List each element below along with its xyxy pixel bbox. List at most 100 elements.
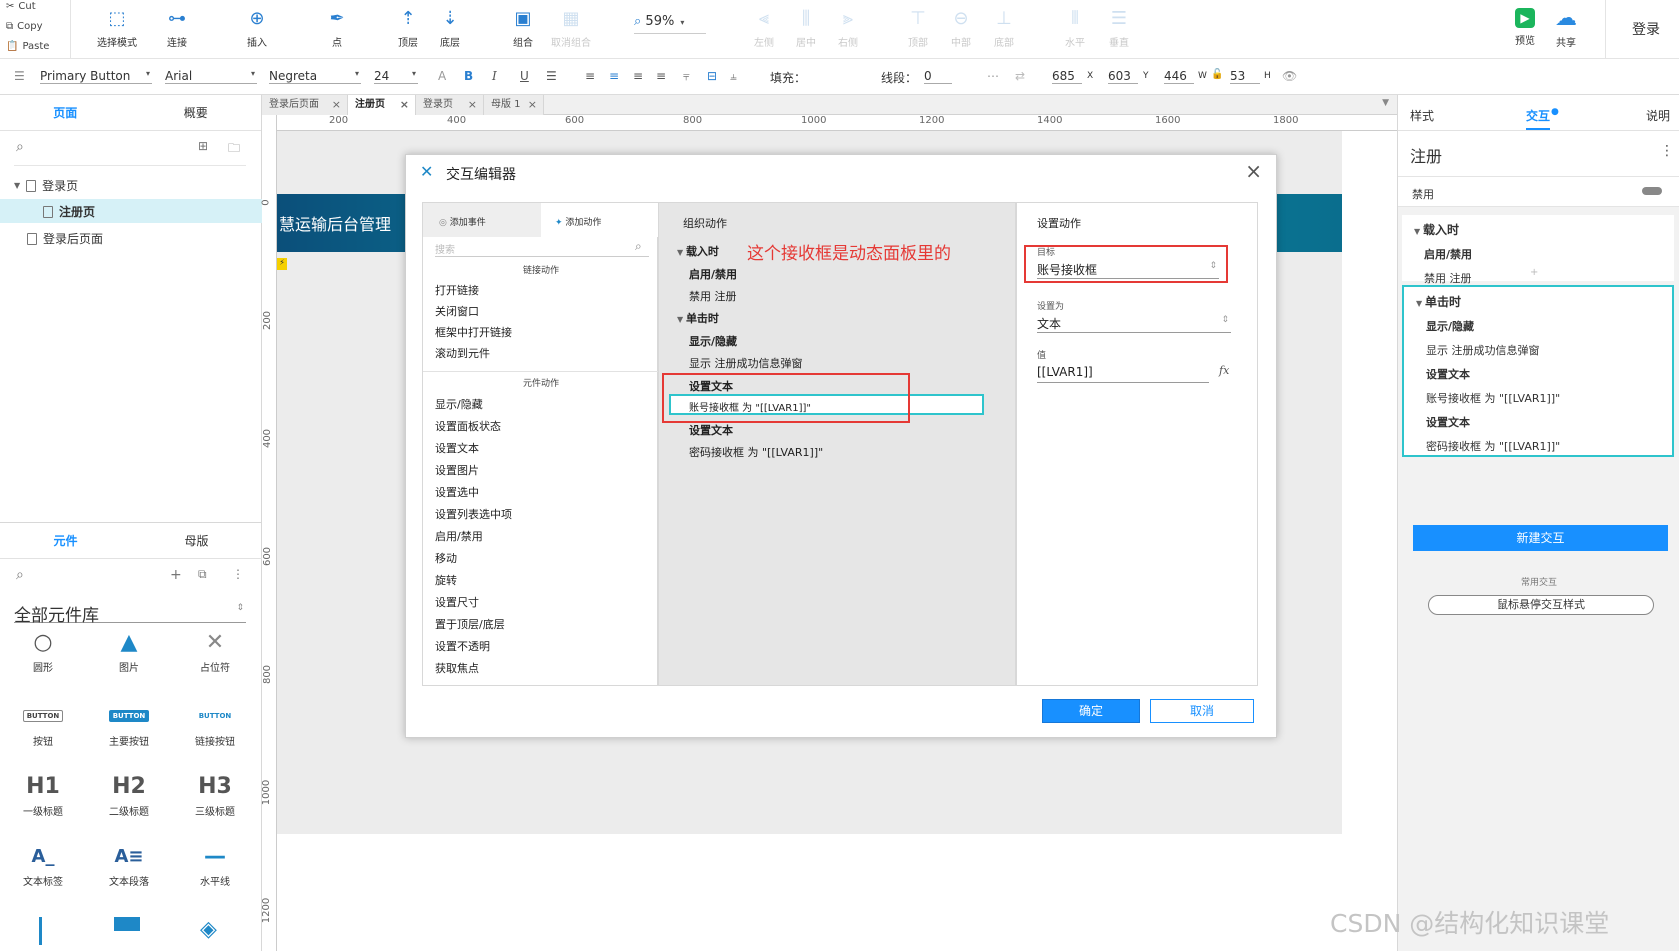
text-justify-icon[interactable]: ≡ xyxy=(656,69,666,83)
text-align-center-icon[interactable]: ≡ xyxy=(609,69,619,83)
share-button[interactable]: ☁ 共享 xyxy=(1537,6,1595,50)
page-item-login[interactable]: ▼ 登录页 xyxy=(14,177,78,194)
action-detail[interactable]: 禁用 注册 xyxy=(689,288,737,304)
y-input[interactable]: 603 xyxy=(1108,69,1138,84)
point-button[interactable]: ✒ 点 xyxy=(308,6,366,49)
align-bottom-button[interactable]: ⊥ 底部 xyxy=(975,6,1033,49)
copy-button[interactable]: ⧉ Copy xyxy=(6,21,43,32)
paste-button[interactable]: 📋 Paste xyxy=(6,41,49,52)
distribute-vertical-button[interactable]: ☰ 垂直 xyxy=(1090,6,1148,49)
action-close-window[interactable]: 关闭窗口 xyxy=(435,303,479,319)
widget-horizontal-line[interactable]: — 水平线 xyxy=(172,839,258,889)
underline-icon[interactable]: U xyxy=(520,69,529,83)
doc-tab[interactable]: 母版 1 × xyxy=(484,95,544,115)
action-set-panel-state[interactable]: 设置面板状态 xyxy=(435,418,501,434)
w-input[interactable]: 446 xyxy=(1164,69,1194,84)
arrow-style-icon[interactable]: ⇄ xyxy=(1015,69,1025,83)
widget-h3[interactable]: H3 三级标题 xyxy=(172,769,258,819)
tab-overview[interactable]: 概要 xyxy=(131,104,262,121)
hotspot-icon[interactable] xyxy=(114,917,140,931)
action-set-text[interactable]: 设置文本 xyxy=(435,440,479,456)
widget-paragraph[interactable]: A≡ 文本段落 xyxy=(86,839,172,889)
widget-circle[interactable]: ○ 圆形 xyxy=(0,625,86,675)
font-select[interactable]: Arial ▾ xyxy=(165,69,257,84)
widget-text-label[interactable]: A_ 文本标签 xyxy=(0,839,86,889)
widget-button[interactable]: BUTTON 按钮 xyxy=(0,699,86,748)
insert-button[interactable]: ⊕ 插入 xyxy=(228,6,286,49)
select-mode-button[interactable]: ⬚ 选择模式 xyxy=(88,6,146,49)
search-icon[interactable]: ⌕ xyxy=(16,567,24,583)
close-icon[interactable]: × xyxy=(528,95,537,115)
line-width-input[interactable]: 0 xyxy=(924,69,952,84)
tab-add-event[interactable]: ◎ 添加事件 xyxy=(423,203,541,237)
style-select[interactable]: Primary Button ▾ xyxy=(40,69,152,84)
action-rotate[interactable]: 旋转 xyxy=(435,572,457,588)
widget-link-button[interactable]: BUTTON 链接按钮 xyxy=(172,699,258,748)
tab-style[interactable]: 样式 xyxy=(1410,107,1434,124)
tab-add-action[interactable]: ✦ 添加动作 xyxy=(541,203,659,237)
action-name[interactable]: 启用/禁用 xyxy=(689,266,737,282)
text-align-left-icon[interactable]: ≡ xyxy=(585,69,595,83)
value-input[interactable]: [[LVAR1]] xyxy=(1037,365,1209,383)
library-select[interactable]: 全部元件库 ⇕ xyxy=(14,601,246,626)
text-align-right-icon[interactable]: ≡ xyxy=(633,69,643,83)
font-size-select[interactable]: 24 ▾ xyxy=(374,69,418,84)
connect-button[interactable]: ⊶ 连接 xyxy=(148,6,206,49)
search-icon[interactable]: ⌕ xyxy=(16,139,24,155)
ok-button[interactable]: 确定 xyxy=(1042,699,1140,723)
ungroup-button[interactable]: ▦ 取消组合 xyxy=(542,6,600,49)
set-as-select[interactable]: 文本 ⇕ xyxy=(1037,315,1231,333)
line-pattern-icon[interactable]: ⋯ xyxy=(987,69,999,83)
widget-image[interactable]: ▲ 图片 xyxy=(86,625,172,675)
doc-tab-active[interactable]: 注册页 × xyxy=(348,95,416,115)
action-detail[interactable]: 密码接收框 为 "[[LVAR1]]" xyxy=(689,444,823,460)
action-move[interactable]: 移动 xyxy=(435,550,457,566)
action-scroll-to[interactable]: 滚动到元件 xyxy=(435,345,490,361)
add-library-icon[interactable]: + xyxy=(170,567,182,583)
close-icon[interactable]: × xyxy=(332,95,341,115)
tab-interaction[interactable]: 交互 xyxy=(1526,107,1551,130)
valign-bottom-icon[interactable]: ⫨ xyxy=(730,69,737,84)
page-item-after-login[interactable]: 登录后页面 xyxy=(27,230,103,247)
toggle-switch[interactable] xyxy=(1642,187,1662,195)
visibility-eye-icon[interactable]: 👁 xyxy=(1282,69,1297,83)
valign-middle-icon[interactable]: ⊟ xyxy=(707,69,717,83)
add-action-icon[interactable]: + xyxy=(1530,267,1538,278)
action-focus[interactable]: 获取焦点 xyxy=(435,660,479,676)
function-fx-icon[interactable]: fx xyxy=(1219,364,1229,377)
tab-masters[interactable]: 母版 xyxy=(131,532,262,549)
widget-name[interactable]: 注册 xyxy=(1410,143,1442,167)
align-right-button[interactable]: ⫸ 右侧 xyxy=(819,6,877,49)
cut-button[interactable]: ✂ Cut xyxy=(6,1,36,12)
widget-primary-button[interactable]: BUTTON 主要按钮 xyxy=(86,699,172,748)
action-set-image[interactable]: 设置图片 xyxy=(435,462,479,478)
close-icon[interactable]: × xyxy=(400,95,409,115)
close-icon[interactable]: × xyxy=(468,95,477,115)
valign-top-icon[interactable]: ⫧ xyxy=(683,69,690,84)
widget-placeholder[interactable]: ✕ 占位符 xyxy=(172,625,258,675)
tab-notes[interactable]: 说明 xyxy=(1646,107,1670,124)
new-interaction-button[interactable]: 新建交互 xyxy=(1413,525,1668,551)
action-set-selected[interactable]: 设置选中 xyxy=(435,484,479,500)
bullet-list-icon[interactable]: ☰ xyxy=(546,69,557,83)
action-open-in-frame[interactable]: 框架中打开链接 xyxy=(435,324,512,340)
add-folder-icon[interactable]: 🗀 xyxy=(228,139,240,160)
zoom-select[interactable]: ⌕ 59% ▾ xyxy=(634,14,706,34)
font-color-icon[interactable]: A xyxy=(438,69,446,83)
tab-widgets[interactable]: 元件 xyxy=(0,532,131,549)
more-vertical-icon[interactable]: ⋮ xyxy=(232,567,244,581)
x-input[interactable]: 685 xyxy=(1052,69,1082,84)
action-set-opacity[interactable]: 设置不透明 xyxy=(435,638,490,654)
action-show-hide[interactable]: 显示/隐藏 xyxy=(435,396,483,412)
vertical-line-icon[interactable] xyxy=(39,917,42,945)
event-onload[interactable]: ▼ 载入时 xyxy=(677,243,719,259)
add-page-icon[interactable]: ⊞ xyxy=(198,139,208,153)
action-name[interactable]: 设置文本 xyxy=(689,422,733,438)
search-icon[interactable]: ⌕ xyxy=(635,239,642,254)
event-onclick[interactable]: ▼ 单击时 xyxy=(677,310,719,326)
action-bring-front-back[interactable]: 置于顶层/底层 xyxy=(435,616,505,632)
doc-tab[interactable]: 登录页 × xyxy=(416,95,484,115)
bold-icon[interactable]: B xyxy=(464,69,473,83)
widget-h1[interactable]: H1 一级标题 xyxy=(0,769,86,819)
widget-h2[interactable]: H2 二级标题 xyxy=(86,769,172,819)
